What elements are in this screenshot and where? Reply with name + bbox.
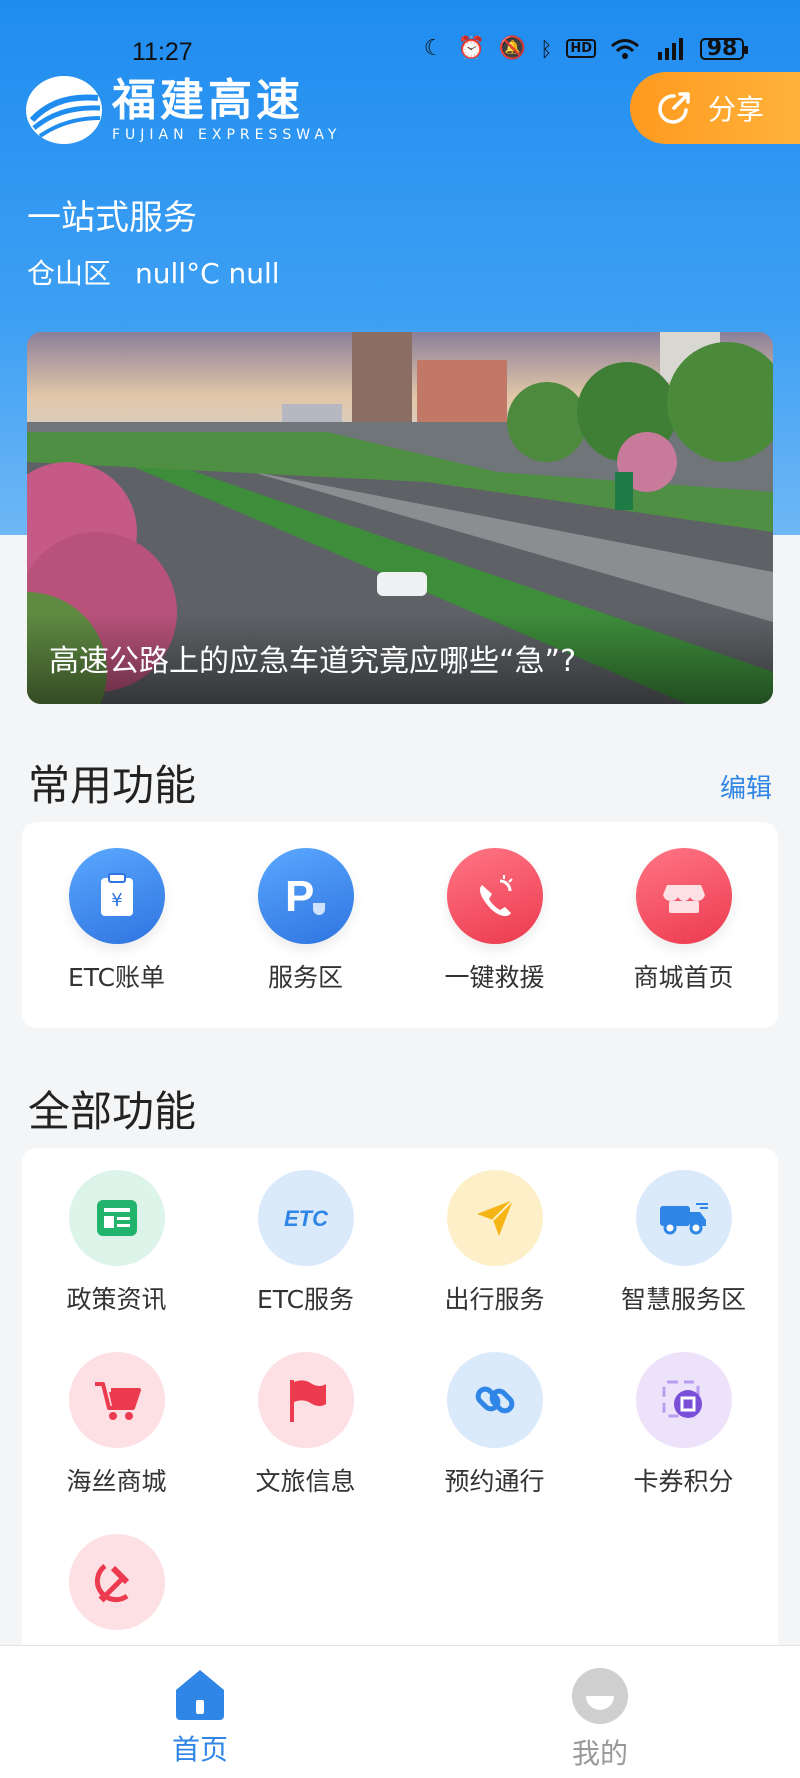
all-item-coupon-points[interactable]: 卡券积分 [589, 1352, 778, 1498]
svg-text:ETC: ETC [284, 1206, 329, 1231]
status-time: 11:27 [132, 38, 193, 66]
all-item-label: 预约通行 [444, 1467, 545, 1496]
banner-caption: 高速公路上的应急车道究竟应哪些“急”? [27, 614, 773, 704]
all-item-label: 出行服务 [444, 1285, 545, 1314]
etc-bill-icon: ¥ [68, 848, 165, 944]
parking-icon: P [257, 848, 354, 944]
flag-icon [257, 1352, 354, 1448]
bluetooth-icon: ᛒ [540, 36, 553, 61]
common-functions-card: ¥ ETC账单 P 服务区 一键救援 商城首页 [22, 822, 778, 1028]
all-item-label: 海丝商城 [66, 1467, 167, 1496]
common-item-label: 商城首页 [633, 963, 734, 992]
tab-mine[interactable]: 我的 [400, 1646, 800, 1778]
news-banner[interactable]: 高速公路上的应急车道究竟应哪些“急”? [27, 332, 773, 704]
tab-mine-label: 我的 [571, 1737, 628, 1770]
all-item-label: ETC服务 [256, 1285, 355, 1314]
bottom-tab-bar: 首页 我的 [0, 1645, 800, 1778]
logo-mark-icon [26, 76, 102, 144]
all-item-reservation[interactable]: 预约通行 [400, 1352, 589, 1498]
signal-icon [654, 37, 686, 60]
district-label: 仓山区 [27, 257, 112, 290]
mute-icon: 🔕 [498, 36, 527, 61]
edit-button[interactable]: 编辑 [720, 768, 772, 805]
home-icon [176, 1670, 224, 1720]
cart-icon [68, 1352, 165, 1448]
tab-home[interactable]: 首页 [0, 1646, 400, 1778]
all-functions-title: 全部功能 [28, 1087, 197, 1136]
all-item-policy-news[interactable]: 政策资讯 [22, 1170, 211, 1316]
app-logo: 福建高速 FUJIAN EXPRESSWAY [26, 76, 341, 144]
common-item-etc-bill[interactable]: ¥ ETC账单 [22, 848, 211, 994]
all-item-travel-service[interactable]: 出行服务 [400, 1170, 589, 1316]
all-item-label: 智慧服务区 [620, 1285, 746, 1314]
shop-icon [635, 848, 732, 944]
hd-icon: HD [566, 39, 596, 58]
all-item-haisi-mall[interactable]: 海丝商城 [22, 1352, 211, 1498]
rescue-phone-icon [446, 848, 543, 944]
logo-subtitle: FUJIAN EXPRESSWAY [112, 127, 342, 143]
all-item-smart-service-area[interactable]: 智慧服务区 [589, 1170, 778, 1316]
wifi-icon [610, 38, 640, 60]
all-item-label: 文旅信息 [255, 1467, 356, 1496]
all-item-party-building[interactable] [22, 1534, 211, 1630]
all-functions-card: 政策资讯 ETC ETC服务 出行服务 智慧服务区 海丝商城 文旅信息 预约通行… [22, 1148, 778, 1658]
svg-text:¥: ¥ [111, 890, 122, 911]
profile-icon [572, 1668, 628, 1724]
navigation-icon [446, 1170, 543, 1266]
share-icon [658, 92, 690, 124]
all-item-label: 政策资讯 [66, 1285, 167, 1314]
common-item-service-area[interactable]: P 服务区 [211, 848, 400, 994]
logo-title: 福建高速 [112, 75, 304, 126]
all-item-etc-service[interactable]: ETC ETC服务 [211, 1170, 400, 1316]
moon-icon: ☾ [423, 36, 444, 61]
tab-home-label: 首页 [171, 1733, 228, 1766]
common-item-label: 一键救援 [444, 963, 545, 992]
share-label: 分享 [708, 93, 765, 126]
truck-icon [635, 1170, 732, 1266]
battery-indicator: 98 [700, 37, 748, 60]
status-bar: 11:27 ☾ ⏰ 🔕 ᛒ HD 98 [0, 30, 800, 74]
weather-label: null°C null [135, 257, 280, 290]
all-item-culture-travel[interactable]: 文旅信息 [211, 1352, 400, 1498]
link-icon [446, 1352, 543, 1448]
service-title: 一站式服务 [27, 198, 197, 238]
party-emblem-icon [68, 1534, 165, 1630]
common-item-shop-home[interactable]: 商城首页 [589, 848, 778, 994]
alarm-icon: ⏰ [457, 36, 485, 61]
etc-icon: ETC [257, 1170, 354, 1266]
svg-text:P: P [285, 872, 314, 921]
common-item-label: 服务区 [267, 963, 343, 992]
news-icon [68, 1170, 165, 1266]
location-weather: 仓山区 null°C null [27, 252, 280, 292]
status-icons: ☾ ⏰ 🔕 ᛒ HD 98 [423, 36, 748, 61]
common-item-rescue[interactable]: 一键救援 [400, 848, 589, 994]
share-button[interactable]: 分享 [630, 72, 800, 144]
coupon-icon [635, 1352, 732, 1448]
all-item-label: 卡券积分 [633, 1467, 734, 1496]
common-item-label: ETC账单 [67, 963, 166, 992]
common-functions-title: 常用功能 [28, 761, 197, 810]
